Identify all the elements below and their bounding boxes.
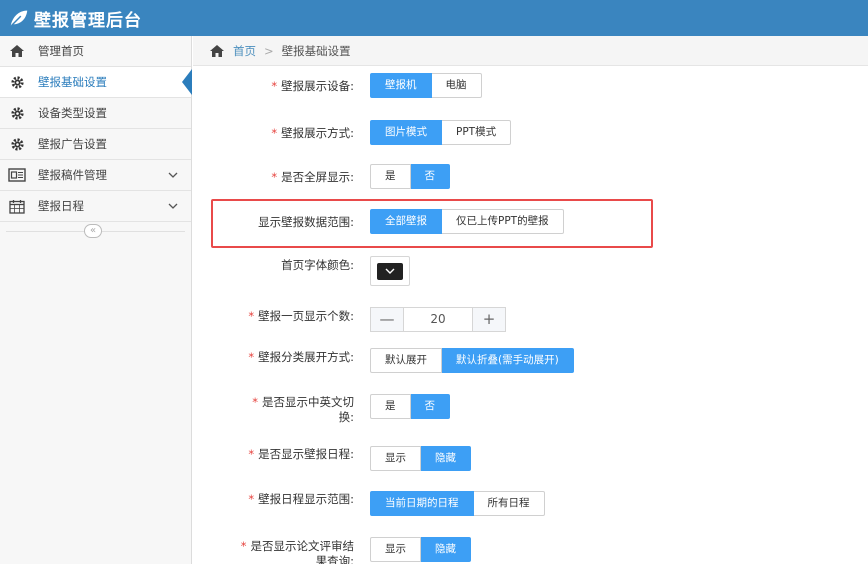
sidebar-item-manuscripts[interactable]: 壁报稿件管理 — [0, 160, 191, 191]
review-query-toggle: 显示 隐藏 — [370, 537, 471, 562]
sidebar-item-label: 管理首页 — [38, 44, 84, 58]
option-button[interactable]: 隐藏 — [421, 537, 471, 562]
breadcrumb-separator: > — [264, 43, 274, 58]
breadcrumb-current: 壁报基础设置 — [281, 43, 351, 58]
required-mark: * — [248, 350, 255, 364]
option-button[interactable]: 隐藏 — [421, 446, 471, 471]
field-label: 显示壁报数据范围: — [258, 215, 354, 229]
option-button[interactable]: 电脑 — [431, 73, 482, 98]
increment-button[interactable]: + — [472, 307, 506, 332]
required-mark: * — [248, 309, 255, 323]
option-button[interactable]: 否 — [410, 164, 450, 189]
top-header: 壁报管理后台 — [0, 0, 868, 36]
sidebar-collapse-row: « — [0, 222, 191, 242]
sidebar-item-ad-settings[interactable]: 壁报广告设置 — [0, 129, 191, 160]
chevron-down-icon — [168, 172, 178, 178]
required-mark: * — [271, 79, 278, 93]
field-label: 首页字体颜色: — [281, 258, 354, 272]
display-device-toggle: 壁报机 电脑 — [370, 73, 482, 98]
lang-switch-toggle: 是 否 — [370, 394, 450, 419]
sidebar-item-device-types[interactable]: 设备类型设置 — [0, 98, 191, 129]
label-text: 壁报日程显示范围: — [258, 492, 354, 506]
field-label: * 壁报分类展开方式: — [248, 350, 354, 365]
fullscreen-toggle: 是 否 — [370, 164, 450, 189]
sidebar-item-basic-settings[interactable]: 壁报基础设置 — [0, 67, 192, 98]
option-button[interactable]: PPT模式 — [442, 120, 512, 145]
required-mark: * — [248, 492, 255, 506]
field-label: * 壁报展示设备: — [271, 79, 354, 94]
sidebar-item-label: 壁报日程 — [38, 199, 84, 213]
sidebar-item-label: 壁报广告设置 — [38, 137, 107, 151]
option-button[interactable]: 图片模式 — [370, 120, 442, 145]
sidebar-item-label: 壁报基础设置 — [38, 75, 107, 89]
leaf-icon — [10, 10, 28, 26]
field-label: * 是否全屏显示: — [271, 170, 354, 185]
per-page-stepper: — 20 + — [370, 307, 506, 332]
option-button[interactable]: 否 — [410, 394, 450, 419]
required-mark: * — [240, 539, 247, 553]
option-button[interactable]: 仅已上传PPT的壁报 — [442, 209, 564, 234]
home-icon — [8, 42, 26, 60]
label-text: 换: — [338, 410, 354, 424]
option-button[interactable]: 是 — [370, 164, 411, 189]
option-button[interactable]: 壁报机 — [370, 73, 432, 98]
option-button[interactable]: 全部壁报 — [370, 209, 442, 234]
chevron-down-icon — [168, 203, 178, 209]
required-mark: * — [248, 447, 255, 461]
field-label: * 壁报日程显示范围: — [248, 492, 354, 507]
sidebar-item-label: 壁报稿件管理 — [38, 168, 107, 182]
option-button[interactable]: 显示 — [370, 446, 421, 471]
display-mode-toggle: 图片模式 PPT模式 — [370, 120, 512, 145]
label-text: 是否显示中英文切 — [262, 395, 354, 409]
sidebar-item-home[interactable]: 管理首页 — [0, 36, 191, 67]
field-label: * 是否显示壁报日程: — [248, 447, 354, 462]
active-indicator — [182, 69, 192, 95]
label-text: 壁报展示方式: — [281, 126, 354, 140]
app-title: 壁报管理后台 — [34, 10, 142, 31]
label-text: 果查询: — [315, 554, 354, 564]
required-mark: * — [252, 395, 258, 409]
label-text: 壁报分类展开方式: — [258, 350, 354, 364]
option-button[interactable]: 是 — [370, 394, 411, 419]
per-page-input[interactable]: 20 — [404, 307, 472, 332]
label-text: 壁报一页显示个数: — [258, 309, 354, 323]
option-button[interactable]: 显示 — [370, 537, 421, 562]
gear-icon — [8, 73, 26, 91]
gear-icon — [8, 135, 26, 153]
show-schedule-toggle: 显示 隐藏 — [370, 446, 471, 471]
schedule-range-toggle: 当前日期的日程 所有日程 — [370, 491, 545, 516]
label-text: 是否显示壁报日程: — [258, 447, 354, 461]
breadcrumb-home-link[interactable]: 首页 — [233, 43, 256, 59]
label-text: 壁报展示设备: — [281, 79, 354, 93]
sidebar-item-schedule[interactable]: 壁报日程 — [0, 191, 191, 222]
font-color-picker[interactable] — [370, 256, 410, 286]
required-mark: * — [271, 170, 278, 184]
app-window: 壁报管理后台 管理首页 壁报基础设置 设备类型设置 壁报广告设置 壁报稿件管理 … — [0, 0, 868, 564]
sidebar-collapse-button[interactable]: « — [84, 224, 102, 238]
newspaper-icon — [8, 166, 26, 184]
option-button[interactable]: 默认展开 — [370, 348, 442, 373]
field-label: * 壁报一页显示个数: — [248, 309, 354, 324]
field-label: * 壁报展示方式: — [271, 126, 354, 141]
decrement-button[interactable]: — — [370, 307, 404, 332]
option-button[interactable]: 当前日期的日程 — [370, 491, 474, 516]
category-expand-toggle: 默认展开 默认折叠(需手动展开) — [370, 348, 574, 373]
home-icon — [210, 44, 224, 57]
sidebar-item-label: 设备类型设置 — [38, 106, 107, 120]
chevron-down-icon — [385, 268, 395, 274]
label-text: 是否显示论文评审结 — [250, 539, 355, 553]
sidebar: 管理首页 壁报基础设置 设备类型设置 壁报广告设置 壁报稿件管理 壁报日程 « — [0, 36, 192, 564]
required-mark: * — [271, 126, 278, 140]
option-button[interactable]: 默认折叠(需手动展开) — [442, 348, 574, 373]
settings-form: * 壁报展示设备: 壁报机 电脑 * 壁报展示方式: 图片模式 PPT模式 * 是否全… — [193, 66, 868, 564]
calendar-icon — [8, 197, 26, 215]
gear-icon — [8, 104, 26, 122]
field-label: * 是否显示中英文切 换: — [252, 395, 354, 425]
breadcrumb: 首页 > 壁报基础设置 — [193, 36, 868, 66]
data-range-toggle: 全部壁报 仅已上传PPT的壁报 — [370, 209, 564, 234]
option-button[interactable]: 所有日程 — [473, 491, 545, 516]
field-label: * 是否显示论文评审结 果查询: — [241, 539, 354, 564]
label-text: 是否全屏显示: — [281, 170, 354, 184]
